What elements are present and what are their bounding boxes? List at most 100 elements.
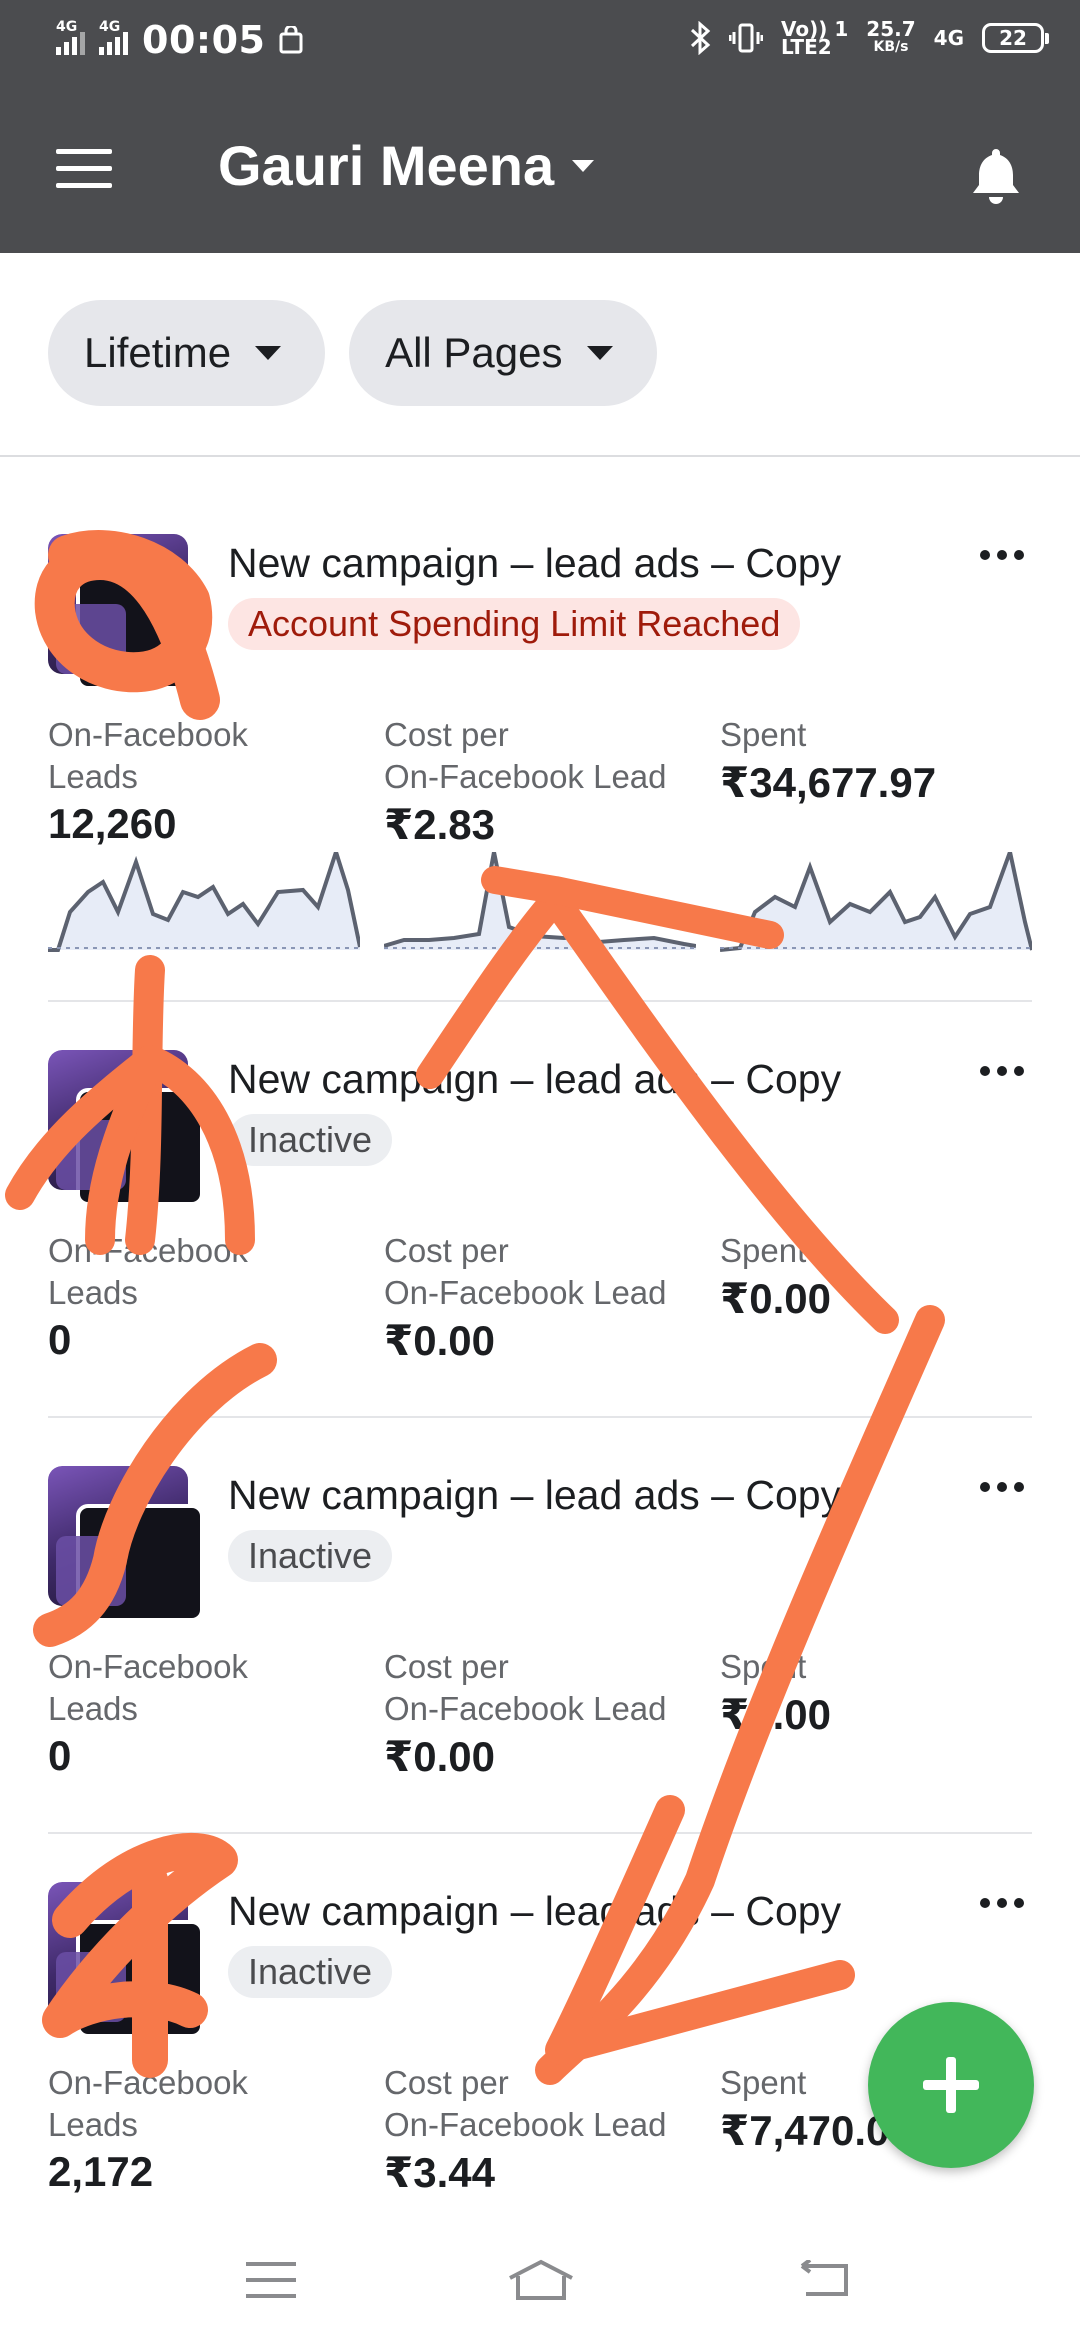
network-type-2: 4G: [99, 19, 121, 35]
system-nav-bar: [0, 2218, 1080, 2340]
leads-label-1: On-Facebook: [48, 1232, 248, 1269]
more-options-icon[interactable]: [980, 1898, 1024, 1908]
network-type-1: 4G: [56, 19, 78, 35]
status-bar: 4G 4G 00:05 Vo)) 1 LTE2 25.7 KB/s 4G 22: [0, 0, 1080, 85]
spent-metric: Spent ₹34,677.97: [720, 714, 936, 807]
spent-label: Spent: [720, 2064, 807, 2101]
network-type-3: 4G: [933, 26, 964, 50]
leads-label-2: Leads: [48, 1690, 138, 1727]
spent-metric: Spent ₹7,470.0: [720, 2062, 889, 2155]
cost-value: ₹0.00: [384, 1733, 495, 1780]
signal-icon: 4G: [56, 19, 85, 55]
spent-value: ₹0.00: [720, 1691, 831, 1738]
spent-label: Spent: [720, 1232, 807, 1269]
cost-label-1: Cost per: [384, 1232, 509, 1269]
pages-filter-label: All Pages: [385, 329, 563, 376]
campaign-card[interactable]: New campaign – lead ads – Copy Inactive …: [48, 1466, 1032, 1786]
leads-value: 0: [48, 1732, 72, 1779]
spent-value: ₹0.00: [720, 1275, 831, 1322]
chevron-down-icon: [572, 159, 595, 172]
cost-metric: Cost per On-Facebook Lead ₹3.44: [384, 2062, 667, 2197]
cost-sparkline: [384, 852, 696, 950]
cost-label-1: Cost per: [384, 2064, 509, 2101]
leads-sparkline: [48, 852, 360, 952]
campaign-title[interactable]: New campaign – lead ads – Copy: [228, 1056, 841, 1103]
more-options-icon[interactable]: [980, 1066, 1024, 1076]
leads-label-2: Leads: [48, 1274, 138, 1311]
more-options-icon[interactable]: [980, 550, 1024, 560]
campaign-card[interactable]: New campaign – lead ads – Copy Account S…: [48, 534, 1032, 954]
spent-label: Spent: [720, 1648, 807, 1685]
home-icon[interactable]: [506, 2258, 576, 2302]
filter-divider: [0, 455, 1080, 457]
pages-filter[interactable]: All Pages: [349, 300, 657, 406]
leads-label-2: Leads: [48, 758, 138, 795]
back-icon[interactable]: [796, 2260, 852, 2300]
cost-value: ₹2.83: [384, 801, 495, 848]
cost-label-1: Cost per: [384, 1648, 509, 1685]
shopping-bag-icon: [279, 26, 303, 54]
campaign-thumbnail: [48, 534, 204, 690]
leads-label-1: On-Facebook: [48, 2064, 248, 2101]
vibrate-icon: [729, 23, 763, 53]
campaign-card[interactable]: New campaign – lead ads – Copy Inactive …: [48, 1050, 1032, 1370]
spent-metric: Spent ₹0.00: [720, 1230, 831, 1323]
status-badge: Inactive: [228, 1530, 393, 1582]
cost-label-2: On-Facebook Lead: [384, 1690, 667, 1727]
card-divider: [48, 1000, 1032, 1002]
card-divider: [48, 1416, 1032, 1418]
leads-label-2: Leads: [48, 2106, 138, 2143]
campaign-thumbnail: [48, 1050, 204, 1206]
status-badge: Account Spending Limit Reached: [228, 598, 801, 650]
card-divider: [48, 1832, 1032, 1834]
campaign-title[interactable]: New campaign – lead ads – Copy: [228, 1888, 841, 1935]
cost-metric: Cost per On-Facebook Lead ₹2.83: [384, 714, 667, 849]
filter-bar: Lifetime All Pages: [48, 300, 657, 406]
signal-icon-2: 4G: [99, 19, 128, 55]
more-options-icon[interactable]: [980, 1482, 1024, 1492]
spent-value: ₹34,677.97: [720, 759, 937, 806]
leads-metric: On-Facebook Leads 0: [48, 1230, 248, 1364]
account-name: Gauri Meena: [218, 134, 555, 197]
app-bar: Gauri Meena: [0, 85, 1080, 253]
campaign-title[interactable]: New campaign – lead ads – Copy: [228, 540, 841, 587]
caret-down-icon: [586, 346, 613, 360]
leads-label-1: On-Facebook: [48, 716, 248, 753]
menu-icon[interactable]: [56, 149, 112, 189]
cost-label-1: Cost per: [384, 716, 509, 753]
cost-metric: Cost per On-Facebook Lead ₹0.00: [384, 1646, 667, 1781]
campaign-thumbnail: [48, 1466, 204, 1622]
date-range-filter[interactable]: Lifetime: [48, 300, 326, 406]
status-right: Vo)) 1 LTE2 25.7 KB/s 4G 22: [689, 17, 1049, 57]
leads-metric: On-Facebook Leads 2,172: [48, 2062, 248, 2196]
status-badge: Inactive: [228, 1114, 393, 1166]
cost-value: ₹3.44: [384, 2149, 495, 2196]
recent-apps-icon[interactable]: [246, 2262, 296, 2310]
cost-value: ₹0.00: [384, 1317, 495, 1364]
speed-indicator: 25.7 KB/s: [866, 17, 916, 56]
add-campaign-button[interactable]: [868, 2002, 1034, 2168]
account-switcher[interactable]: Gauri Meena: [218, 133, 595, 198]
leads-metric: On-Facebook Leads 12,260: [48, 714, 248, 848]
bell-icon[interactable]: [968, 145, 1024, 205]
caret-down-icon: [255, 346, 282, 360]
speed-unit: KB/s: [873, 39, 909, 55]
spent-metric: Spent ₹0.00: [720, 1646, 831, 1739]
leads-metric: On-Facebook Leads 0: [48, 1646, 248, 1780]
status-badge: Inactive: [228, 1946, 393, 1998]
bluetooth-icon: [690, 21, 711, 55]
volte-indicator: Vo)) 1 LTE2: [781, 19, 848, 57]
leads-value: 2,172: [48, 2148, 154, 2195]
status-left: 4G 4G 00:05: [56, 18, 303, 62]
campaign-thumbnail: [48, 1882, 204, 2038]
campaign-title[interactable]: New campaign – lead ads – Copy: [228, 1472, 841, 1519]
leads-value: 12,260: [48, 800, 177, 847]
speed-value: 25.7: [866, 17, 916, 41]
cost-label-2: On-Facebook Lead: [384, 2106, 667, 2143]
cost-label-2: On-Facebook Lead: [384, 758, 667, 795]
battery-icon: 22: [982, 23, 1049, 53]
cost-metric: Cost per On-Facebook Lead ₹0.00: [384, 1230, 667, 1365]
leads-label-1: On-Facebook: [48, 1648, 248, 1685]
spent-label: Spent: [720, 716, 807, 753]
spent-sparkline: [720, 852, 1032, 952]
